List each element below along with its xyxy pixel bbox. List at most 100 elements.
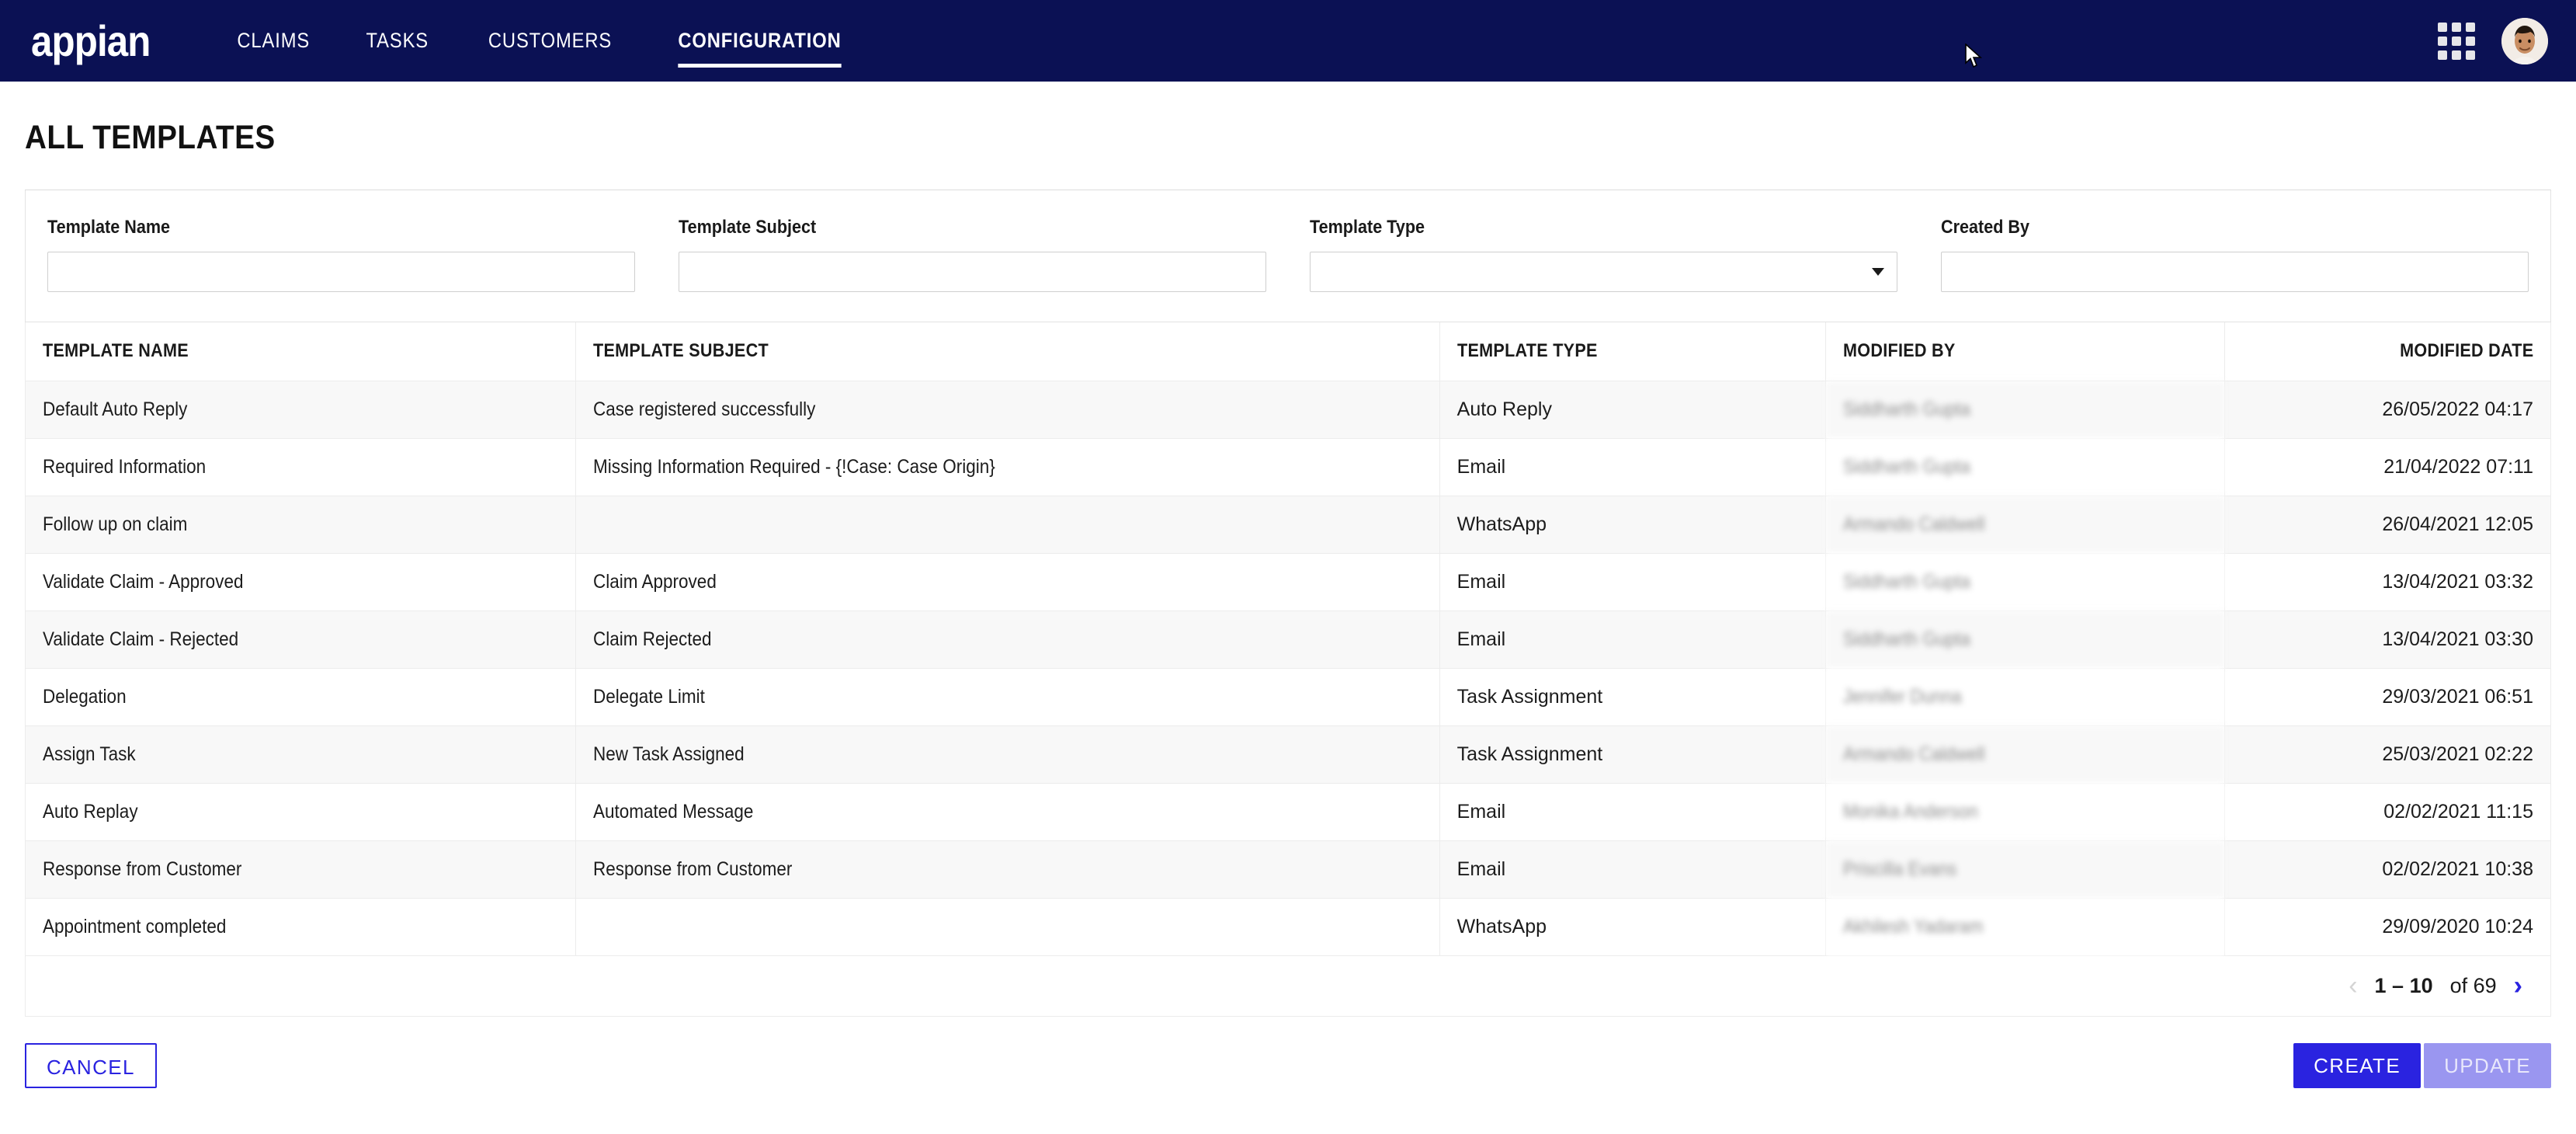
table-row[interactable]: Validate Claim - Rejected Claim Rejected E…	[24, 610, 2551, 669]
table-body: Default Auto Reply Case registered succes…	[24, 380, 2551, 956]
created-by-input-field[interactable]	[1942, 252, 2528, 291]
filter-template-type: Template Type	[1288, 217, 1919, 292]
cell-template-name: Required Information	[24, 437, 577, 496]
filter-label-template-subject: Template Subject	[679, 217, 817, 238]
cell-modified-by: Siddharth Gupta	[1825, 552, 2226, 611]
cell-template-type: Email	[1439, 552, 1827, 611]
chevron-right-icon[interactable]: ›	[2514, 972, 2522, 999]
filter-label-template-name: Template Name	[47, 217, 171, 238]
nav-link-customers[interactable]: CUSTOMERS	[488, 24, 611, 57]
cell-template-subject: Missing Information Required - {!Case: C…	[575, 437, 1440, 496]
filter-label-created-by: Created By	[1941, 217, 2030, 238]
cell-modified-date: 02/02/2021 10:38	[2224, 840, 2551, 899]
cell-modified-date: 02/02/2021 11:15	[2224, 782, 2551, 841]
cell-template-type: Email	[1439, 610, 1827, 669]
table-header: TEMPLATE NAME TEMPLATE SUBJECT TEMPLATE …	[24, 322, 2551, 381]
table-row[interactable]: Response from Customer Response from Cust…	[24, 840, 2551, 899]
table-row[interactable]: Follow up on claim WhatsApp Armando Caldwe…	[24, 495, 2551, 554]
column-header-modified-by[interactable]: MODIFIED BY	[1825, 322, 2226, 381]
table-row[interactable]: Validate Claim - Approved Claim Approved E…	[24, 552, 2551, 611]
table-row[interactable]: Appointment completed WhatsApp Akhilesh Ya…	[24, 897, 2551, 956]
cell-modified-date: 29/03/2021 06:51	[2224, 667, 2551, 726]
table-row[interactable]: Assign Task New Task Assigned Task Assignm…	[24, 725, 2551, 784]
cell-template-type: Email	[1439, 437, 1827, 496]
filter-template-name: Template Name	[26, 217, 657, 292]
pagination-range: 1 – 10	[2374, 973, 2433, 997]
nav-right-group	[2438, 0, 2548, 82]
cell-modified-date: 25/03/2021 02:22	[2224, 725, 2551, 784]
top-navigation-bar: appian CLAIMS TASKS CUSTOMERS CONFIGURAT…	[0, 0, 2576, 82]
filter-bar: Template Name Template Subject Template …	[25, 190, 2551, 322]
cell-template-name: Auto Replay	[24, 782, 577, 841]
chevron-left-icon[interactable]: ‹	[2349, 972, 2357, 999]
cell-modified-by: Jennifer Dunna	[1825, 667, 2226, 726]
cell-modified-by: Priscilla Evans	[1825, 840, 2226, 899]
nav-link-tasks[interactable]: TASKS	[366, 24, 429, 57]
cell-modified-by: Siddharth Gupta	[1825, 437, 2226, 496]
table-row[interactable]: Required Information Missing Information …	[24, 437, 2551, 496]
filter-label-template-type: Template Type	[1310, 217, 1425, 238]
cell-modified-by: Monika Anderson	[1825, 782, 2226, 841]
cell-template-type: Email	[1439, 782, 1827, 841]
cell-modified-date: 26/05/2022 04:17	[2224, 380, 2551, 439]
cell-modified-date: 13/04/2021 03:30	[2224, 610, 2551, 669]
cell-template-subject: Response from Customer	[575, 840, 1440, 899]
cell-modified-date: 13/04/2021 03:32	[2224, 552, 2551, 611]
template-name-input-field[interactable]	[48, 252, 634, 291]
cell-template-name: Appointment completed	[24, 897, 577, 956]
cell-template-subject	[575, 897, 1440, 956]
template-subject-input[interactable]	[679, 252, 1266, 292]
cell-template-subject: Delegate Limit	[575, 667, 1440, 726]
column-header-template-name[interactable]: TEMPLATE NAME	[24, 322, 577, 381]
cell-template-name: Assign Task	[24, 725, 577, 784]
cell-modified-by: Siddharth Gupta	[1825, 380, 2226, 439]
nav-link-claims[interactable]: CLAIMS	[238, 24, 311, 57]
cell-template-name: Follow up on claim	[24, 495, 577, 554]
cell-template-name: Default Auto Reply	[24, 380, 577, 439]
cell-template-subject: Automated Message	[575, 782, 1440, 841]
cell-template-type: Task Assignment	[1439, 725, 1827, 784]
column-header-template-subject[interactable]: TEMPLATE SUBJECT	[575, 322, 1440, 381]
cell-modified-by: Siddharth Gupta	[1825, 610, 2226, 669]
pagination-total: of 69	[2449, 973, 2497, 997]
create-button[interactable]: CREATE	[2293, 1042, 2422, 1088]
table-row[interactable]: Default Auto Reply Case registered succes…	[24, 380, 2551, 439]
footer-actions: CANCEL CREATE UPDATE	[25, 1017, 2551, 1088]
appian-logo[interactable]: appian	[31, 19, 151, 63]
cell-template-name: Validate Claim - Rejected	[24, 610, 577, 669]
avatar[interactable]	[2501, 17, 2548, 64]
column-header-modified-date[interactable]: MODIFIED DATE	[2224, 322, 2551, 381]
templates-table: TEMPLATE NAME TEMPLATE SUBJECT TEMPLATE …	[24, 322, 2551, 956]
cell-template-type: Task Assignment	[1439, 667, 1827, 726]
cell-template-type: WhatsApp	[1439, 495, 1827, 554]
cell-template-subject: Claim Approved	[575, 552, 1440, 611]
nav-link-configuration[interactable]: CONFIGURATION	[677, 24, 842, 68]
apps-grid-icon[interactable]	[2438, 22, 2475, 60]
cell-modified-by: Armando Caldwell	[1825, 725, 2226, 784]
pagination: ‹ 1 – 10 of 69 ›	[25, 955, 2551, 1017]
chevron-down-icon[interactable]	[1872, 268, 1884, 276]
template-subject-input-field[interactable]	[679, 252, 1265, 291]
template-name-input[interactable]	[47, 252, 635, 292]
template-type-select[interactable]	[1310, 252, 1897, 292]
cell-modified-by: Akhilesh Yadaram	[1825, 897, 2226, 956]
cell-template-type: WhatsApp	[1439, 897, 1827, 956]
cell-modified-by: Armando Caldwell	[1825, 495, 2226, 554]
cancel-button[interactable]: CANCEL	[25, 1042, 157, 1088]
table-header-row: TEMPLATE NAME TEMPLATE SUBJECT TEMPLATE …	[24, 322, 2551, 381]
cell-template-type: Auto Reply	[1439, 380, 1827, 439]
cell-template-type: Email	[1439, 840, 1827, 899]
cell-template-name: Delegation	[24, 667, 577, 726]
table-row[interactable]: Auto Replay Automated Message Email Monika …	[24, 782, 2551, 841]
created-by-input[interactable]	[1941, 252, 2529, 292]
cell-modified-date: 29/09/2020 10:24	[2224, 897, 2551, 956]
cell-template-name: Response from Customer	[24, 840, 577, 899]
user-avatar-icon	[2501, 17, 2548, 64]
page-content: ALL TEMPLATES Template Name Template Sub…	[0, 82, 2576, 1088]
cell-template-subject: Claim Rejected	[575, 610, 1440, 669]
column-header-template-type[interactable]: TEMPLATE TYPE	[1439, 322, 1827, 381]
table-row[interactable]: Delegation Delegate Limit Task Assignment J…	[24, 667, 2551, 726]
cell-modified-date: 21/04/2022 07:11	[2224, 437, 2551, 496]
cell-template-subject: Case registered successfully	[575, 380, 1440, 439]
cell-template-subject	[575, 495, 1440, 554]
